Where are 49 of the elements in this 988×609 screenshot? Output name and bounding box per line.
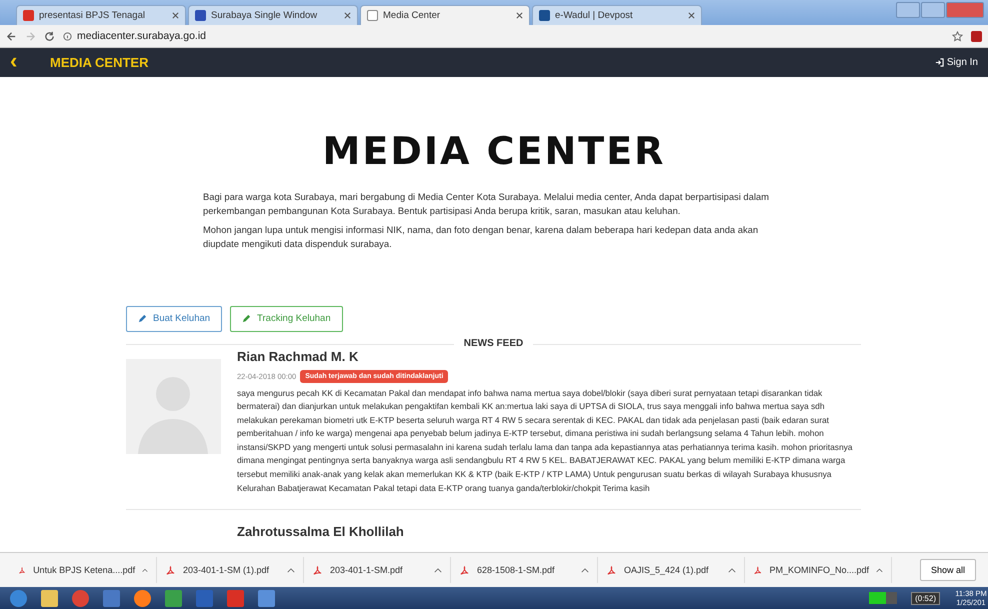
download-item[interactable]: 203-401-1-SM.pdf: [304, 557, 451, 583]
sign-in-link[interactable]: Sign In: [934, 57, 978, 68]
chevron-up-icon[interactable]: [876, 568, 883, 572]
download-item[interactable]: 203-401-1-SM (1).pdf: [157, 557, 304, 583]
tab-title: Media Center: [383, 10, 442, 21]
reload-icon[interactable]: [44, 30, 55, 42]
chevron-up-icon[interactable]: [434, 568, 442, 572]
favicon-icon: [367, 10, 378, 21]
close-icon[interactable]: [344, 12, 351, 19]
favicon-icon: [195, 10, 206, 21]
page-title: MEDIA CENTER: [322, 129, 666, 173]
intro-paragraph: Mohon jangan lupa untuk mengisi informasi NIK, nama, dan foto dengan benar, karena dalam beberapa hari kedepan data anda akan diupdate mengikuti data dispenduk surabaya.: [203, 223, 760, 250]
section-heading: NEWS FEED: [454, 338, 534, 350]
favicon-icon: [539, 10, 550, 21]
navbar-title: MEDIA CENTER: [50, 55, 150, 70]
info-icon: [63, 32, 72, 40]
chevron-up-icon[interactable]: [142, 568, 148, 572]
download-item[interactable]: 628-1508-1-SM.pdf: [451, 557, 598, 583]
close-icon[interactable]: [688, 12, 695, 19]
close-icon[interactable]: [172, 12, 179, 19]
action-button[interactable]: Tracking Keluhan: [230, 306, 343, 332]
chevron-up-icon[interactable]: [581, 568, 589, 572]
back-button[interactable]: ‹: [10, 50, 50, 72]
sign-in-icon: [934, 58, 944, 67]
pencil-icon: [138, 314, 147, 323]
browser-tab[interactable]: Surabaya Single Window: [188, 5, 358, 25]
author-name: Rian Rachmad M. K: [237, 348, 360, 364]
tab-title: presentasi BPJS Tenagal: [39, 10, 146, 21]
browser-tab[interactable]: presentasi BPJS Tenagal: [16, 5, 186, 25]
show-all-button[interactable]: Show all: [920, 559, 976, 581]
download-item[interactable]: OAJIS_5_424 (1).pdf: [598, 557, 745, 583]
chevron-up-icon[interactable]: [287, 568, 295, 572]
action-button[interactable]: Buat Keluhan: [126, 306, 222, 332]
author-name: Zahrotussalma El Khollilah: [237, 524, 404, 540]
timer-badge: (0:52): [911, 592, 940, 604]
browser-tab[interactable]: e-Wadul | Devpost: [532, 5, 702, 25]
chevron-up-icon[interactable]: [728, 568, 736, 572]
complaint-text: saya mengurus pecah KK di Kecamatan Pakal dan mendapat info bahwa nama mertua saya dobel/blokir (saya diberi surat pernyataan tetapi disarankan tidak bermaterai) dan dianjurkan untuk melakukan pengaktifan kembali KK an:mertua laki saya di UPTSA di SIOLA, trus saya menggali info bahwa mertua saya sdh melakukan perekaman biometri utk E-KTP beserta seluruh warga RT 4 RW 5 secara serentak di KEC. PAKAL dan tidak ada penjelasan pasti (baik edaran surat pemberitahuan / info ke warga) mengenai apa penyebab belum jadinya E-KTP tersebut, dimana peristiwa ini sudah berlangsung selama 4 Tahun lebih. mohon instansi/SKPD yang mengerti untuk solusi permasalahn ini karena sudah terlalu lama dan tanpa ada kepastiannya atas perhatiannya terima kasih. mohon prioritasnya dimana mengingat pentingnya serta banyaknya warga asli sendangbulu RT 4 RW 5 KEL. BABATJERAWAT KEC. PAKAL yang belum memiliki E-KTP dimana warga tersebut memiliki anak-anak yang kelak akan memerlukan KK & KTP (baik E-KTP / KTP LAMA) Untuk pengurusan suatu berkas di wilayah Surabaya khususnya Kelurahan Babatjerawat Kecamatan Pakal tetapi data E-KTP orang tuanya ganda/terblokir/chokpit Terima kasih: [237, 386, 854, 495]
star-icon[interactable]: [952, 30, 963, 42]
back-icon[interactable]: [6, 30, 17, 42]
browser-tab[interactable]: Media Center: [360, 5, 530, 25]
favicon-icon: [23, 10, 34, 21]
download-item[interactable]: Untuk BPJS Ketena....pdf: [10, 557, 157, 583]
intro-paragraph: Bagi para warga kota Surabaya, mari bergabung di Media Center Kota Surabaya. Melalui media center, Anda dapat berpartisipasi dalam perkembangan pembangunan Kota Surabaya. Bentuk partisipasi Anda berupa kritik, saran, masukan atau keluhan.: [203, 190, 770, 218]
tab-title: e-Wadul | Devpost: [555, 10, 634, 21]
tab-title: Surabaya Single Window: [211, 10, 318, 21]
pencil-icon: [242, 314, 252, 323]
download-item[interactable]: PM_KOMINFO_No....pdf: [745, 557, 892, 583]
close-icon[interactable]: [516, 12, 523, 19]
